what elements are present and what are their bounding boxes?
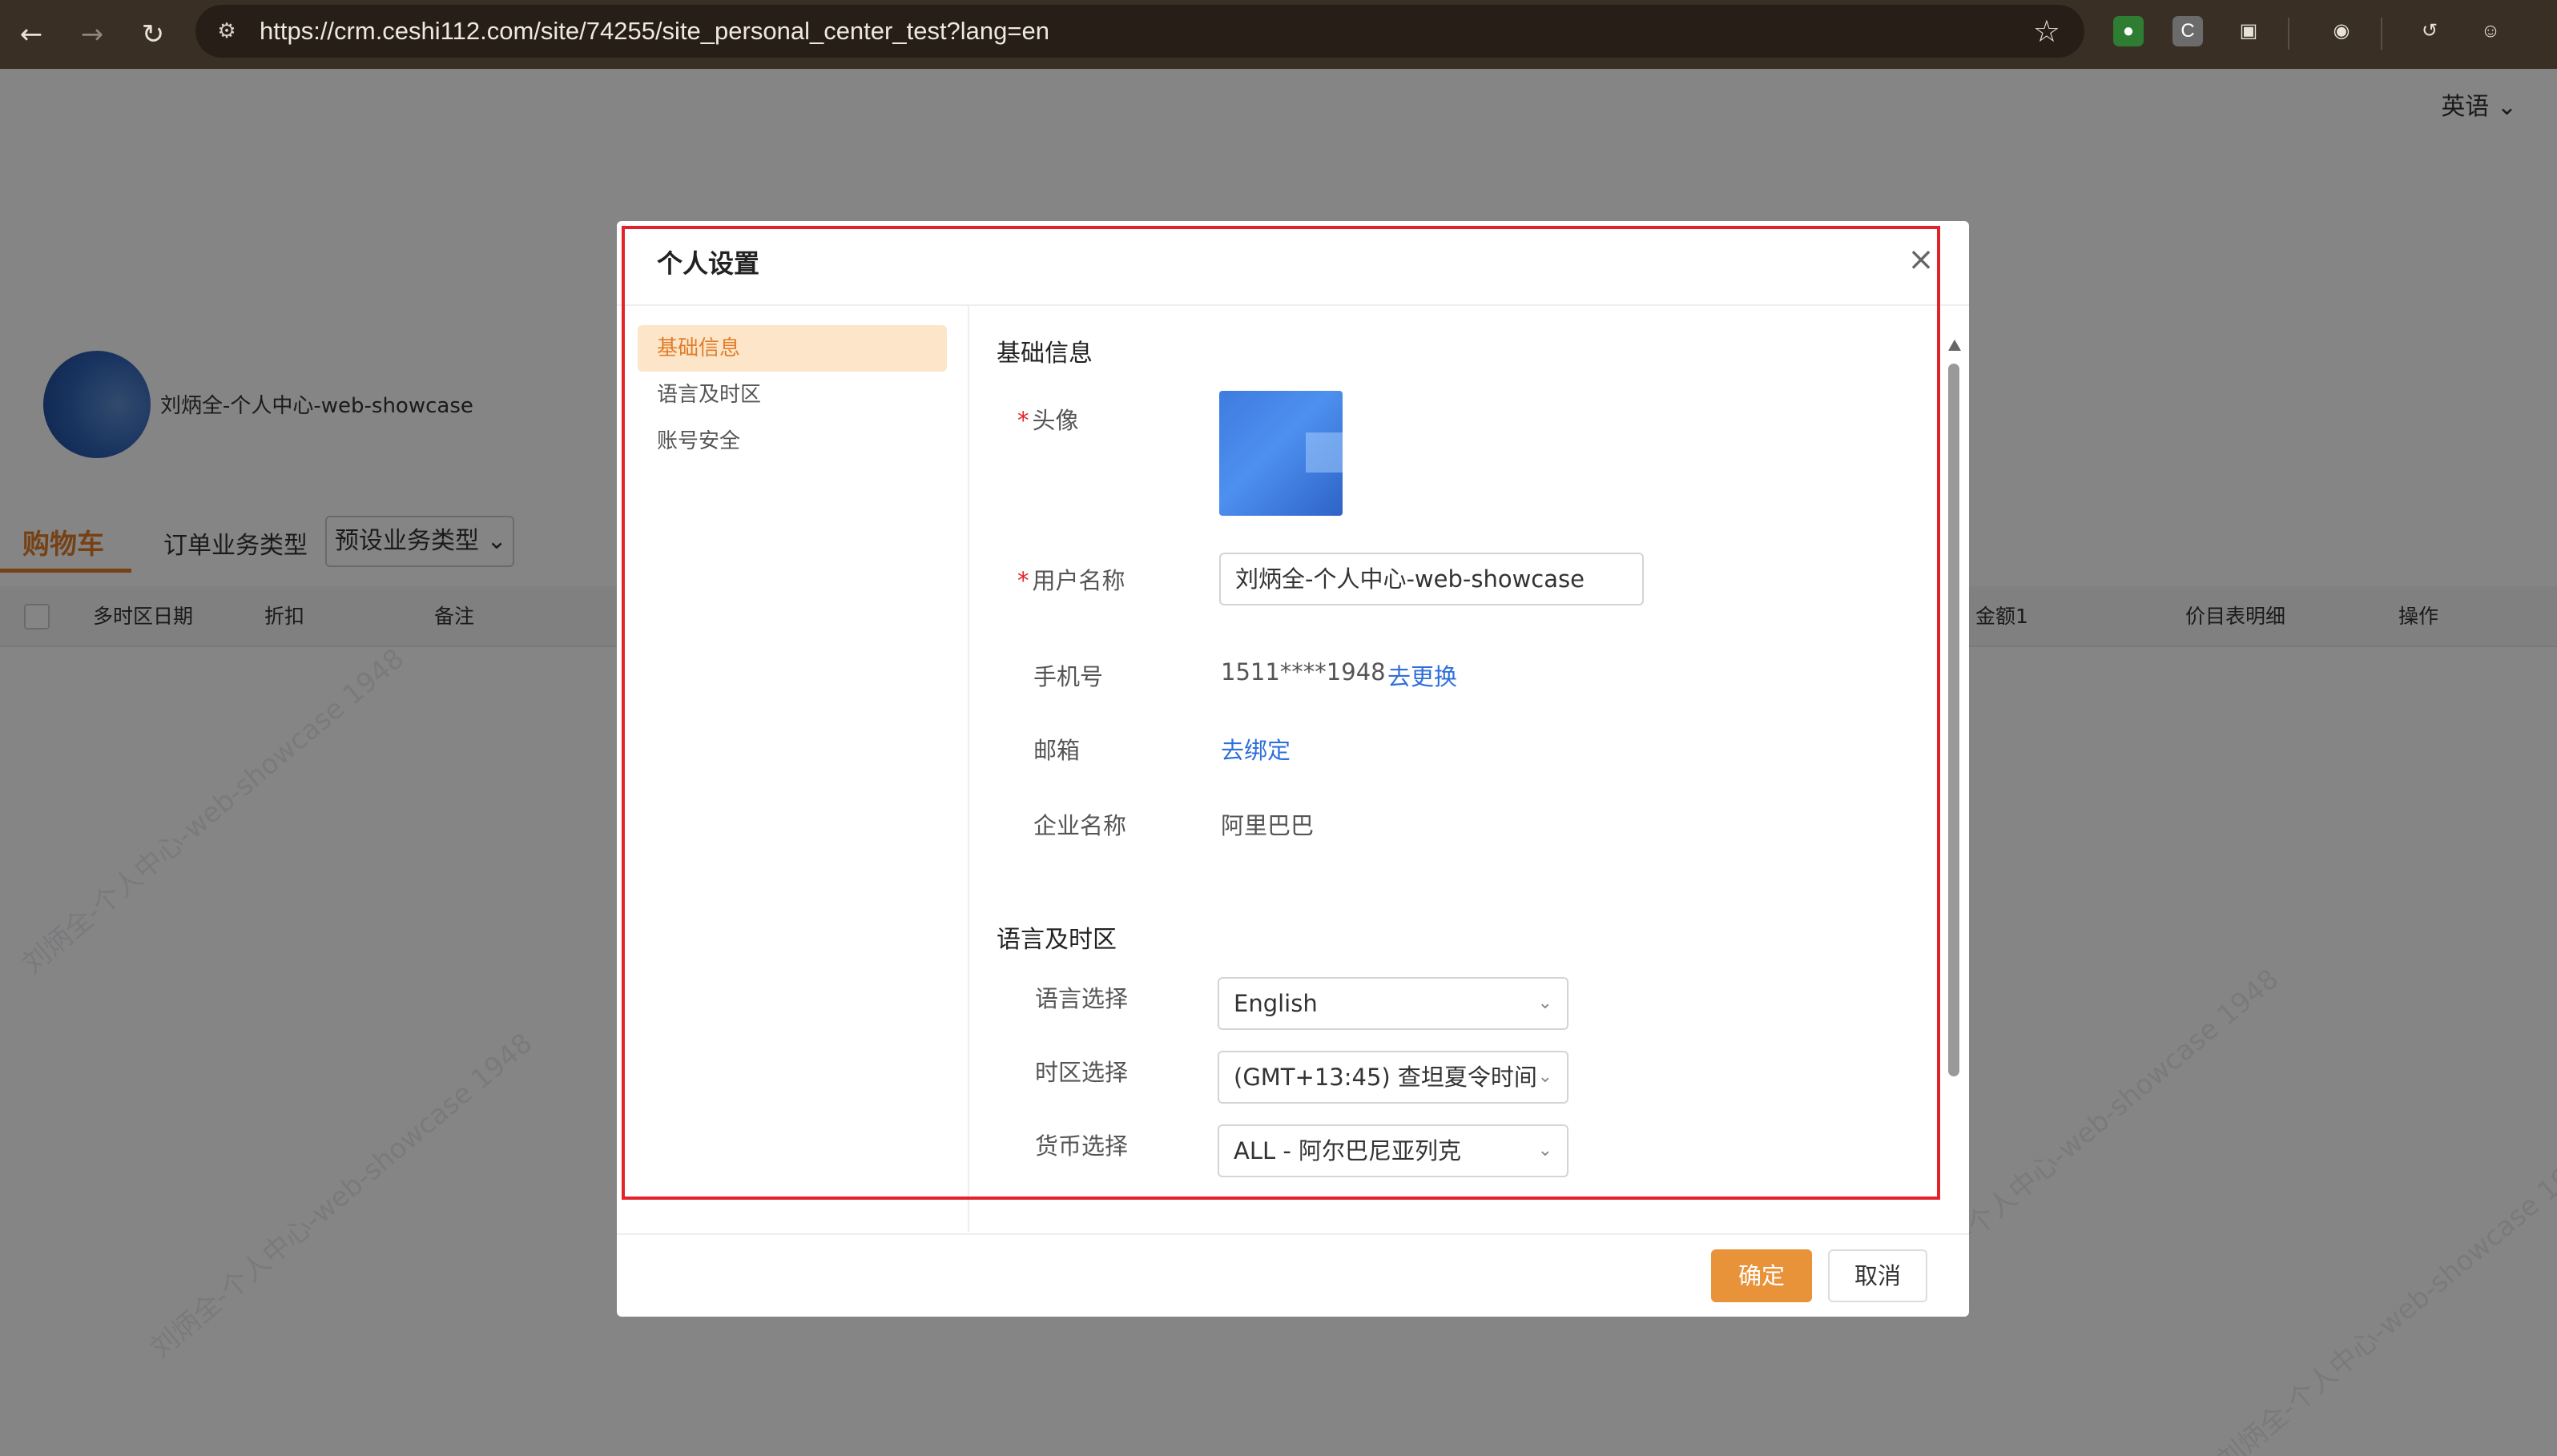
currency-select[interactable]: ALL - 阿尔巴尼亚列克 ⌄ xyxy=(1218,1124,1568,1177)
toolbar-divider xyxy=(2381,18,2382,50)
chevron-down-icon: ⌄ xyxy=(1537,1067,1552,1087)
reload-icon[interactable]: ↻ xyxy=(133,14,173,54)
close-icon[interactable]: × xyxy=(1905,243,1937,276)
dialog-footer-divider xyxy=(617,1233,1969,1235)
bind-email-link[interactable]: 去绑定 xyxy=(1221,732,1291,766)
language-select-value: English xyxy=(1234,990,1318,1017)
sidebar-item-account-security[interactable]: 账号安全 xyxy=(638,418,947,465)
section-title-language-timezone: 语言及时区 xyxy=(997,926,1117,954)
cancel-button[interactable]: 取消 xyxy=(1828,1249,1927,1302)
required-mark: * xyxy=(1017,407,1029,434)
company-label: 企业名称 xyxy=(1033,812,1127,839)
dialog-sidebar-divider xyxy=(968,306,969,1232)
extension-green-icon[interactable]: ● xyxy=(2113,16,2144,46)
sidebar-item-basic-info[interactable]: 基础信息 xyxy=(638,325,947,372)
profile-icon[interactable]: ☺ xyxy=(2475,16,2506,46)
chevron-down-icon: ⌄ xyxy=(1537,993,1552,1013)
avatar-highlight xyxy=(1306,432,1343,473)
back-icon[interactable]: ← xyxy=(11,14,51,54)
currency-label: 货币选择 xyxy=(1035,1132,1129,1160)
sidebar-item-language-timezone[interactable]: 语言及时区 xyxy=(638,372,947,418)
avatar-label-text: 头像 xyxy=(1032,407,1079,434)
confirm-button[interactable]: 确定 xyxy=(1711,1249,1812,1302)
timezone-select-value: (GMT+13:45) 查坦夏令时间 xyxy=(1234,1064,1537,1091)
toolbar-divider xyxy=(2288,18,2289,50)
language-label: 语言选择 xyxy=(1035,985,1129,1012)
avatar-upload[interactable] xyxy=(1219,391,1343,516)
site-settings-icon[interactable]: ⚙ xyxy=(213,18,240,45)
required-mark: * xyxy=(1017,567,1029,594)
email-label: 邮箱 xyxy=(1033,737,1081,764)
forward-icon[interactable]: → xyxy=(72,14,112,54)
phone-label: 手机号 xyxy=(1033,663,1104,690)
url-text[interactable]: https://crm.ceshi112.com/site/74255/site… xyxy=(260,5,1049,58)
dialog-header-divider xyxy=(617,304,1969,306)
scroll-up-arrow[interactable] xyxy=(1948,340,1961,351)
performance-icon[interactable]: ↺ xyxy=(2414,16,2445,46)
username-input[interactable]: 刘炳全-个人中心-web-showcase xyxy=(1219,553,1644,605)
scrollbar-thumb[interactable] xyxy=(1948,364,1959,1076)
incognito-icon[interactable]: ◉ xyxy=(2326,16,2357,46)
bookmark-star-icon[interactable]: ☆ xyxy=(2033,14,2060,48)
extension-c-icon[interactable]: C xyxy=(2172,16,2203,46)
dialog-title: 个人设置 xyxy=(657,248,760,279)
avatar-label: * 头像 xyxy=(1017,402,1146,436)
chevron-down-icon: ⌄ xyxy=(1537,1140,1552,1160)
extensions-puzzle-icon[interactable]: ▣ xyxy=(2233,16,2264,46)
timezone-label: 时区选择 xyxy=(1035,1059,1129,1086)
phone-value: 1511****1948 xyxy=(1221,658,1386,686)
username-label-text: 用户名称 xyxy=(1032,567,1125,594)
change-phone-link[interactable]: 去更换 xyxy=(1387,658,1457,692)
username-label: * 用户名称 xyxy=(1017,562,1146,596)
browser-toolbar: ← → ↻ ⚙ https://crm.ceshi112.com/site/74… xyxy=(0,0,2557,69)
language-select[interactable]: English ⌄ xyxy=(1218,977,1568,1030)
address-bar[interactable]: ⚙ https://crm.ceshi112.com/site/74255/si… xyxy=(195,5,2084,58)
company-value: 阿里巴巴 xyxy=(1221,812,1315,839)
currency-select-value: ALL - 阿尔巴尼亚列克 xyxy=(1234,1137,1462,1164)
timezone-select[interactable]: (GMT+13:45) 查坦夏令时间 ⌄ xyxy=(1218,1051,1568,1104)
section-title-basic-info: 基础信息 xyxy=(997,340,1093,368)
